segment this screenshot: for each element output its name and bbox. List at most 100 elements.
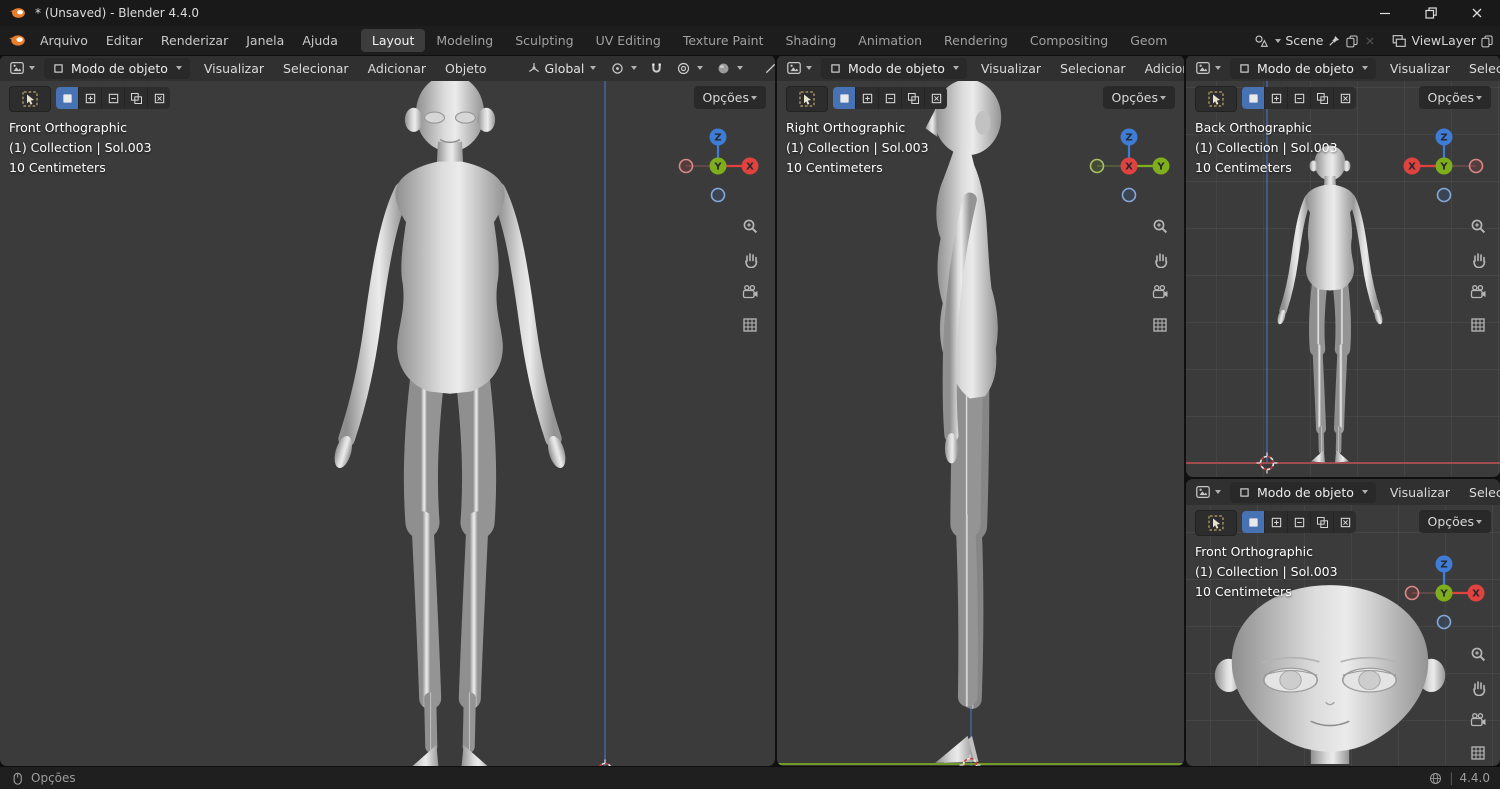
menu-objeto[interactable]: Objeto <box>437 61 495 76</box>
grid-toggle-icon[interactable] <box>1468 315 1488 335</box>
blender-menu-icon[interactable] <box>8 31 27 50</box>
camera-view-icon[interactable] <box>1150 282 1170 302</box>
snap-toggle-button[interactable] <box>646 61 667 76</box>
active-tool-select-box[interactable] <box>786 86 828 112</box>
tab-texture-paint[interactable]: Texture Paint <box>672 29 775 52</box>
new-scene-icon[interactable] <box>1345 34 1359 48</box>
navigation-gizmo[interactable]: Z X Y <box>1399 121 1489 211</box>
grid-toggle-icon[interactable] <box>1468 743 1488 763</box>
navigation-gizmo[interactable]: Z X Y <box>673 121 763 211</box>
menu-arquivo[interactable]: Arquivo <box>31 33 97 48</box>
menu-visualizar[interactable]: Visualizar <box>1382 485 1458 500</box>
select-mode-set[interactable] <box>1242 511 1265 533</box>
menu-selecionar[interactable]: Selecionar <box>1461 485 1500 500</box>
zoom-icon[interactable] <box>740 216 760 236</box>
pan-hand-icon[interactable] <box>1150 249 1170 269</box>
tab-uv-editing[interactable]: UV Editing <box>585 29 672 52</box>
select-mode-set[interactable] <box>1242 87 1265 109</box>
select-mode-extend[interactable] <box>1265 511 1288 533</box>
camera-view-icon[interactable] <box>740 282 760 302</box>
mode-dropdown[interactable]: Modo de objeto <box>44 57 190 79</box>
select-mode-intersect[interactable] <box>925 87 947 109</box>
camera-view-icon[interactable] <box>1468 710 1488 730</box>
model-front-view[interactable] <box>263 56 637 766</box>
orientation-dropdown[interactable]: Global <box>522 61 602 76</box>
grid-toggle-icon[interactable] <box>740 315 760 335</box>
menu-visualizar[interactable]: Visualizar <box>1382 61 1458 76</box>
shading-dropdown[interactable] <box>711 61 748 76</box>
select-mode-extend[interactable] <box>1265 87 1288 109</box>
select-mode-subtract[interactable] <box>1288 511 1311 533</box>
select-mode-invert[interactable] <box>1311 511 1334 533</box>
menu-adicionar[interactable]: Adicionar <box>360 61 434 76</box>
select-mode-intersect[interactable] <box>1334 511 1356 533</box>
model-side-view[interactable] <box>879 60 1052 766</box>
select-mode-extend[interactable] <box>856 87 879 109</box>
viewport-right[interactable]: Modo de objeto Visualizar Selecionar Adi… <box>777 55 1184 766</box>
editor-type-button[interactable] <box>1192 484 1224 500</box>
menu-selecionar[interactable]: Selecionar <box>275 61 357 76</box>
select-mode-invert[interactable] <box>125 87 148 109</box>
new-viewlayer-icon[interactable] <box>1480 34 1494 48</box>
menu-selecionar[interactable]: Selecionar <box>1461 61 1500 76</box>
overlays-dropdown[interactable] <box>758 61 775 76</box>
unlink-scene-icon[interactable] <box>1363 34 1377 48</box>
proportional-edit-dropdown[interactable] <box>671 61 708 76</box>
close-button[interactable] <box>1454 0 1500 26</box>
scene-selector[interactable]: Scene <box>1253 33 1377 49</box>
menu-selecionar[interactable]: Selecionar <box>1052 61 1134 76</box>
network-icon[interactable] <box>1428 771 1443 786</box>
options-dropdown[interactable]: Opções <box>1418 510 1491 533</box>
viewport-back[interactable]: Modo de objeto Visualizar Selecionar Opç… <box>1186 55 1500 477</box>
select-mode-invert[interactable] <box>1311 87 1334 109</box>
options-dropdown[interactable]: Opções <box>1418 86 1491 109</box>
navigation-gizmo[interactable]: Z Y X <box>1084 121 1174 211</box>
navigation-gizmo[interactable]: Z X Y <box>1399 548 1489 638</box>
tab-modeling[interactable]: Modeling <box>425 29 504 52</box>
zoom-icon[interactable] <box>1468 644 1488 664</box>
options-dropdown[interactable]: Opções <box>1102 86 1175 109</box>
tab-layout[interactable]: Layout <box>360 29 426 52</box>
active-tool-select-box[interactable] <box>9 86 51 112</box>
tab-compositing[interactable]: Compositing <box>1019 29 1119 52</box>
maximize-button[interactable] <box>1408 0 1454 26</box>
tab-rendering[interactable]: Rendering <box>933 29 1019 52</box>
select-mode-set[interactable] <box>56 87 79 109</box>
pan-hand-icon[interactable] <box>740 249 760 269</box>
zoom-icon[interactable] <box>1468 216 1488 236</box>
camera-view-icon[interactable] <box>1468 282 1488 302</box>
active-tool-select-box[interactable] <box>1195 86 1237 112</box>
select-mode-invert[interactable] <box>902 87 925 109</box>
tab-animation[interactable]: Animation <box>847 29 933 52</box>
editor-type-button[interactable] <box>6 60 38 76</box>
tab-shading[interactable]: Shading <box>775 29 848 52</box>
model-back-view[interactable] <box>1245 137 1415 477</box>
viewport-front[interactable]: Modo de objeto Visualizar Selecionar Adi… <box>0 55 775 766</box>
mode-dropdown[interactable]: Modo de objeto <box>1230 481 1376 503</box>
editor-type-button[interactable] <box>783 60 815 76</box>
pin-icon[interactable] <box>1327 34 1341 48</box>
menu-adicionar[interactable]: Adicionar <box>1137 61 1184 76</box>
select-mode-intersect[interactable] <box>1334 87 1356 109</box>
editor-type-button[interactable] <box>1192 60 1224 76</box>
menu-editar[interactable]: Editar <box>97 33 152 48</box>
pan-hand-icon[interactable] <box>1468 677 1488 697</box>
menu-visualizar[interactable]: Visualizar <box>196 61 272 76</box>
mode-dropdown[interactable]: Modo de objeto <box>1230 57 1376 79</box>
select-mode-subtract[interactable] <box>1288 87 1311 109</box>
viewport-head[interactable]: Modo de objeto Visualizar Selecionar Opç… <box>1186 479 1500 766</box>
tab-geometry-nodes[interactable]: Geom <box>1119 29 1178 52</box>
viewlayer-selector[interactable]: ViewLayer <box>1391 33 1494 49</box>
menu-janela[interactable]: Janela <box>237 33 293 48</box>
select-mode-subtract[interactable] <box>102 87 125 109</box>
grid-toggle-icon[interactable] <box>1150 315 1170 335</box>
menu-renderizar[interactable]: Renderizar <box>152 33 237 48</box>
pan-hand-icon[interactable] <box>1468 249 1488 269</box>
select-mode-intersect[interactable] <box>148 87 170 109</box>
minimize-button[interactable] <box>1362 0 1408 26</box>
options-dropdown[interactable]: Opções <box>693 86 766 109</box>
zoom-icon[interactable] <box>1150 216 1170 236</box>
active-tool-select-box[interactable] <box>1195 510 1237 536</box>
select-mode-set[interactable] <box>833 87 856 109</box>
mode-dropdown[interactable]: Modo de objeto <box>821 57 967 79</box>
